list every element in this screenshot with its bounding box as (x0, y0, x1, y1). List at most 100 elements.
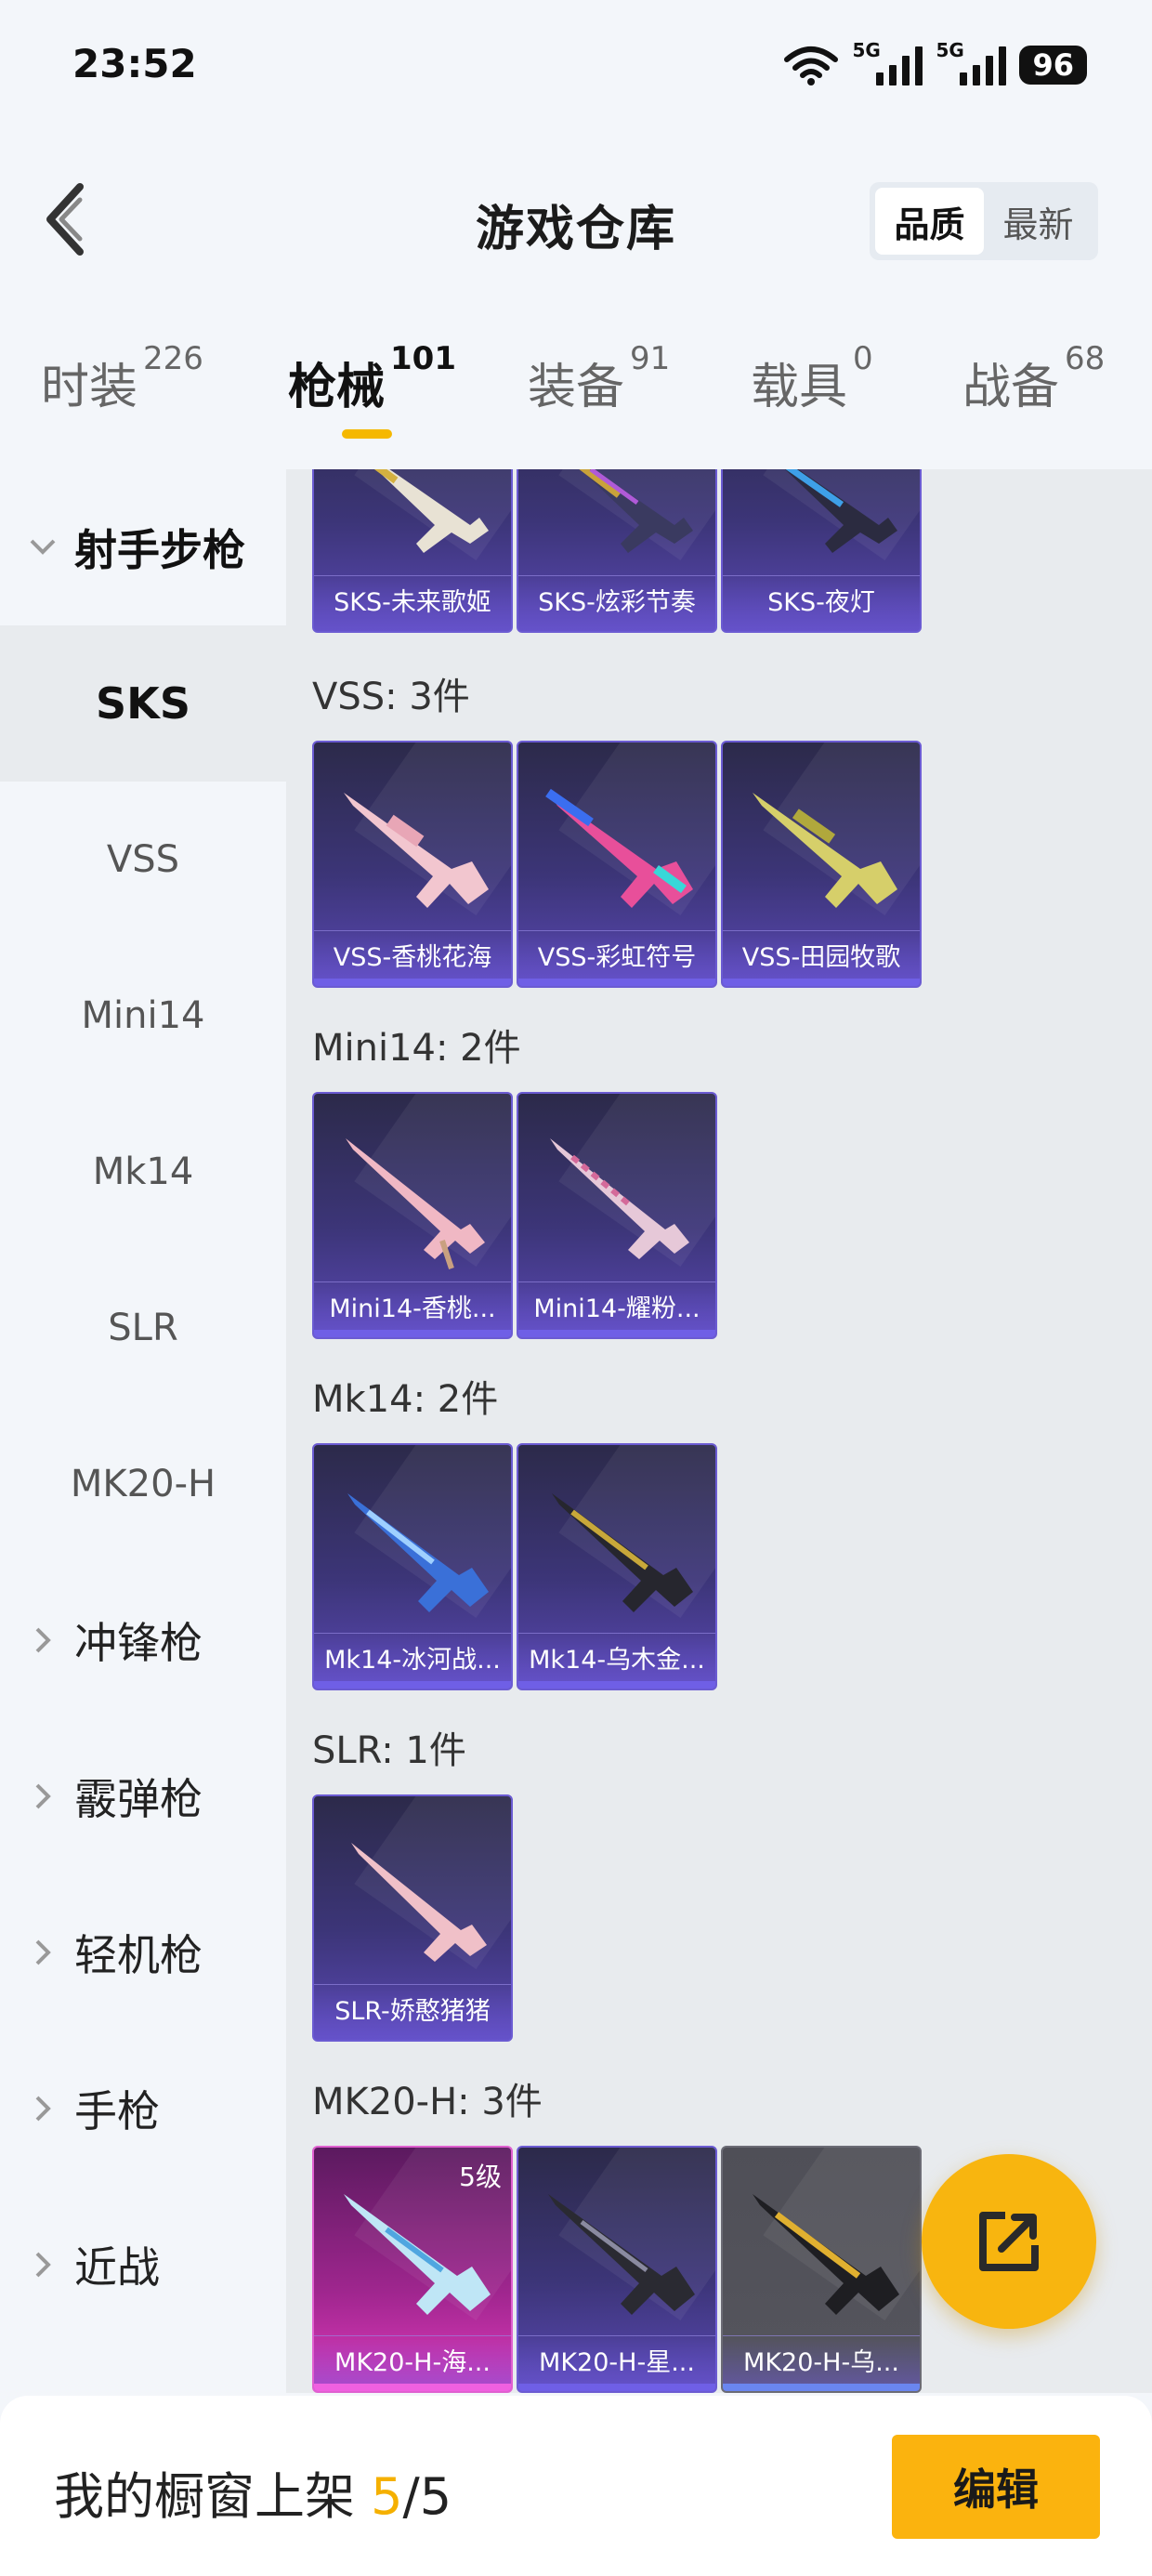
tab-count: 0 (853, 340, 873, 377)
weapon-card[interactable]: VSS-田园牧歌 (721, 741, 922, 988)
tab-count: 101 (390, 340, 456, 377)
tab-label: 战备 (962, 360, 1060, 415)
sniper-rifle-icon (753, 793, 897, 908)
weapon-card[interactable]: SKS-未来歌姬 (312, 469, 513, 633)
sidebar-group-melee[interactable]: 近战 (0, 2187, 286, 2343)
weapon-name: SKS-炫彩节奏 (518, 575, 715, 631)
tab-weapons[interactable]: 枪械101 (288, 340, 456, 417)
sort-quality-button[interactable]: 品质 (875, 188, 984, 255)
weapon-name: Mini14-耀粉... (518, 1281, 715, 1337)
weapon-name: Mk14-冰河战... (314, 1633, 511, 1689)
section-title-mini14: Mini14: 2件 (312, 1027, 521, 1070)
rifle-icon (548, 2194, 695, 2315)
weapon-card[interactable]: VSS-香桃花海 (312, 741, 513, 988)
tab-label: 装备 (528, 360, 625, 415)
sidebar-group-marksman[interactable]: 射手步枪 (0, 469, 286, 625)
weapon-name: MK20-H-星... (518, 2335, 715, 2391)
system-icons: 5G 5G 96 (783, 39, 1087, 87)
sidebar-group-label: 轻机枪 (74, 1930, 203, 1980)
sidebar-item-mk20h[interactable]: MK20-H (0, 1406, 286, 1562)
sidebar-item-sks[interactable]: SKS (0, 625, 286, 782)
tab-count: 68 (1065, 340, 1106, 377)
rifle-icon (344, 2194, 491, 2315)
rifle-icon (579, 469, 693, 553)
rifle-icon (351, 1843, 487, 1962)
showcase-total: /5 (402, 2467, 452, 2526)
weapon-name: SKS-夜灯 (723, 575, 920, 631)
weapon-card[interactable]: Mini14-香桃... (312, 1092, 513, 1339)
weapon-name: MK20-H-海... (314, 2335, 511, 2391)
sort-toggle: 品质 最新 (870, 182, 1098, 260)
section-title-mk20h: MK20-H: 3件 (312, 2081, 543, 2123)
weapon-card[interactable]: SKS-炫彩节奏 (517, 469, 717, 633)
weapon-card[interactable]: SKS-夜灯 (721, 469, 922, 633)
tab-label: 枪械 (288, 360, 386, 415)
sidebar-item-vss[interactable]: VSS (0, 782, 286, 938)
sidebar-group-lmg[interactable]: 轻机枪 (0, 1874, 286, 2031)
sidebar-group-smg[interactable]: 冲锋枪 (0, 1562, 286, 1718)
sidebar-group-label: 手枪 (74, 2086, 160, 2136)
weapon-card[interactable]: 5级 MK20-H-海... (312, 2146, 513, 2393)
sort-newest-button[interactable]: 最新 (984, 188, 1093, 255)
share-external-icon (979, 2212, 1039, 2271)
weapon-name: MK20-H-乌... (723, 2335, 920, 2391)
tab-fashion[interactable]: 时装226 (41, 340, 203, 417)
status-time: 23:52 (72, 41, 197, 86)
section-title-mk14: Mk14: 2件 (312, 1378, 499, 1421)
rifle-icon (753, 2194, 899, 2315)
category-tabs: 时装226 枪械101 装备91 载具0 战备68 (0, 335, 1152, 465)
bottom-bar: 我的橱窗上架 5/5 编辑 (0, 2396, 1152, 2576)
sidebar-group-label: 射手步枪 (74, 525, 245, 575)
edit-button[interactable]: 编辑 (892, 2435, 1100, 2539)
sidebar-item-mini14[interactable]: Mini14 (0, 938, 286, 1094)
sidebar-group-label: 霰弹枪 (74, 1774, 203, 1824)
tab-supplies[interactable]: 战备68 (962, 340, 1105, 417)
active-tab-indicator (342, 429, 392, 439)
weapon-card[interactable]: Mini14-耀粉... (517, 1092, 717, 1339)
sidebar-item-mk14[interactable]: Mk14 (0, 1094, 286, 1250)
sidebar: 射手步枪 SKS VSS Mini14 Mk14 SLR MK20-H 冲锋枪 … (0, 469, 286, 2393)
showcase-count: 我的橱窗上架 5/5 (54, 2455, 452, 2529)
sidebar-group-shotgun[interactable]: 霰弹枪 (0, 1718, 286, 1874)
section-title-slr: SLR: 1件 (312, 1729, 466, 1772)
weapon-name: SKS-未来歌姬 (314, 575, 511, 631)
sniper-rifle-icon (344, 793, 489, 908)
chevron-right-icon (24, 2246, 61, 2283)
sidebar-group-label: 近战 (74, 2242, 160, 2293)
weapon-list: SKS-未来歌姬 SKS-炫彩节奏 SKS-夜灯 VSS: 3件 VSS-香桃花… (286, 469, 1152, 2393)
weapon-card[interactable]: VSS-彩虹符号 (517, 741, 717, 988)
sidebar-item-slr[interactable]: SLR (0, 1250, 286, 1406)
weapon-name: Mini14-香桃... (314, 1281, 511, 1337)
share-button[interactable] (922, 2154, 1096, 2329)
chevron-right-icon (24, 2090, 61, 2127)
chevron-right-icon (24, 1934, 61, 1971)
chevron-right-icon (24, 1778, 61, 1815)
tab-equipment[interactable]: 装备91 (528, 340, 670, 417)
header: 游戏仓库 品质 最新 (0, 139, 1152, 307)
tab-vehicles[interactable]: 载具0 (751, 340, 873, 417)
tab-label: 载具 (751, 360, 848, 415)
tab-label: 时装 (41, 360, 138, 415)
network-type-label: 5G (852, 39, 881, 61)
rifle-icon (784, 469, 897, 553)
rifle-icon (552, 1493, 693, 1612)
weapon-name: Mk14-乌木金... (518, 1633, 715, 1689)
showcase-label: 我的橱窗上架 (54, 2467, 355, 2526)
weapon-card[interactable]: SLR-娇憨猪猪 (312, 1794, 513, 2042)
status-bar: 23:52 5G 5G 96 (0, 0, 1152, 136)
tab-count: 226 (143, 340, 203, 377)
chevron-right-icon (24, 1622, 61, 1659)
rifle-icon (346, 1138, 485, 1269)
weapon-name: VSS-田园牧歌 (723, 930, 920, 986)
battery-indicator: 96 (1019, 46, 1087, 85)
signal-icon-2: 5G (936, 39, 1007, 85)
weapon-card[interactable]: Mk14-冰河战... (312, 1443, 513, 1690)
sniper-rifle-icon (545, 788, 693, 908)
weapon-card[interactable]: MK20-H-乌... (721, 2146, 922, 2393)
network-type-label-2: 5G (936, 39, 964, 61)
weapon-card[interactable]: MK20-H-星... (517, 2146, 717, 2393)
wifi-icon (784, 46, 839, 85)
weapon-card[interactable]: Mk14-乌木金... (517, 1443, 717, 1690)
sidebar-group-pistol[interactable]: 手枪 (0, 2031, 286, 2187)
rifle-icon (550, 1138, 689, 1259)
